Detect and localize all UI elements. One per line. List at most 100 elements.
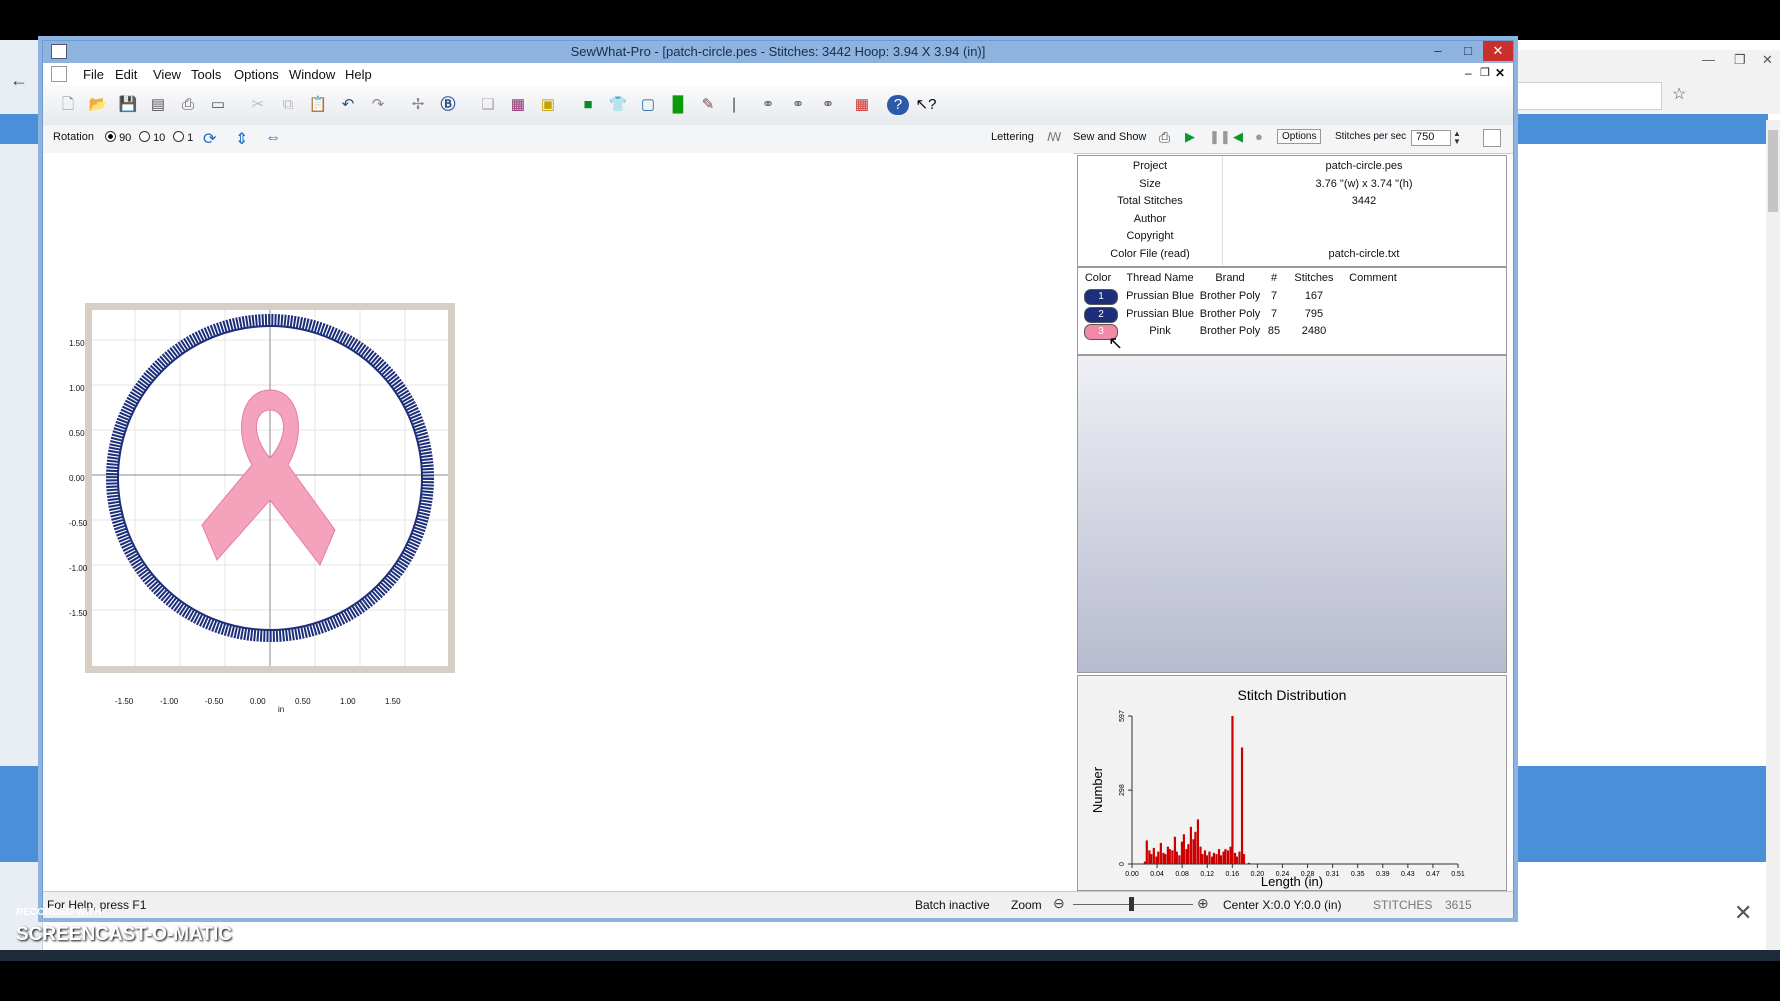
thread-stitches: 795: [1304, 307, 1324, 320]
chart-x-tick-label: 0.51: [1451, 871, 1465, 878]
shirt-icon[interactable]: 👕: [607, 95, 629, 115]
ungroup-icon[interactable]: ⚭: [787, 95, 809, 115]
window-maximize-icon[interactable]: □: [1453, 41, 1483, 61]
flip-vertical-icon[interactable]: ⇕: [235, 129, 248, 149]
thread-header: Comment: [1349, 272, 1397, 284]
needle-icon[interactable]: ❘: [723, 95, 745, 115]
chart-bar: [1175, 851, 1178, 864]
hoop-square-icon[interactable]: ■: [577, 95, 599, 115]
browser-address-bar[interactable]: [1512, 82, 1662, 110]
pages-icon[interactable]: ❏: [477, 95, 499, 115]
mdi-close-icon[interactable]: ✕: [1495, 66, 1505, 80]
play-icon[interactable]: ▶: [1185, 129, 1195, 145]
menu-help[interactable]: Help: [345, 67, 372, 82]
zoom-slider-thumb[interactable]: [1129, 897, 1134, 911]
chart-bar: [1166, 846, 1169, 864]
chart-bar: [1235, 856, 1239, 864]
minimize-icon[interactable]: —: [1702, 52, 1715, 67]
back-arrow-icon[interactable]: ←: [10, 70, 28, 91]
toolbar-checkbox[interactable]: [1483, 129, 1501, 147]
lettering-label[interactable]: Lettering: [991, 131, 1034, 143]
chart-bar: [1187, 844, 1190, 864]
design-grid-icon[interactable]: ▦: [507, 95, 529, 115]
sew-machine-icon[interactable]: ⎙: [1159, 129, 1170, 146]
menu-file[interactable]: File: [83, 67, 104, 82]
property-value: 3442: [1351, 195, 1377, 207]
grid-red-icon[interactable]: ▦: [851, 95, 873, 115]
redo-icon[interactable]: ↷: [367, 95, 389, 115]
thread-row[interactable]: 2 Prussian Blue Brother Poly 7 795: [1078, 306, 1506, 323]
chart-ylabel: Number: [1090, 766, 1105, 813]
thread-color-swatch[interactable]: 2: [1084, 306, 1118, 323]
pause-icon[interactable]: ❚❚: [1209, 129, 1231, 145]
print-icon[interactable]: ⎙: [177, 95, 199, 115]
menu-window[interactable]: Window: [289, 67, 335, 82]
window-close-icon[interactable]: ✕: [1483, 41, 1513, 61]
undo-icon[interactable]: ↶: [337, 95, 359, 115]
chart-bar: [1171, 850, 1174, 864]
menu-options[interactable]: Options: [234, 67, 279, 82]
flip-horizontal-icon[interactable]: ⇔: [265, 129, 281, 147]
sew-and-show-label: Sew and Show: [1073, 131, 1147, 143]
y-tick-label: 1.00: [69, 384, 85, 393]
stop-icon[interactable]: ●: [1255, 129, 1263, 144]
help-icon[interactable]: ?: [887, 95, 909, 115]
menu-view[interactable]: View: [153, 67, 181, 82]
property-row: Project patch-circle.pes: [1078, 160, 1506, 177]
restore-icon[interactable]: ❐: [1734, 52, 1746, 68]
lettering-icon[interactable]: ꟿ: [1047, 130, 1061, 144]
thread-header: Color: [1084, 272, 1112, 284]
group-icon[interactable]: ⚭: [757, 95, 779, 115]
save-icon[interactable]: 💾: [117, 95, 139, 115]
property-label: Copyright: [1126, 230, 1174, 242]
thread-color-swatch[interactable]: 1: [1084, 289, 1118, 305]
menu-edit[interactable]: Edit: [115, 67, 137, 82]
chart-x-tick-label: 0.12: [1200, 871, 1214, 878]
color-gradient-icon[interactable]: █: [667, 95, 689, 115]
rotation-1-radio[interactable]: 1: [173, 131, 193, 144]
scanner-icon[interactable]: ▭: [207, 95, 229, 115]
chart-bar: [1178, 855, 1181, 864]
save-as-icon[interactable]: ▤: [147, 95, 169, 115]
design-canvas[interactable]: in -1.50 -1.00 -0.50 0.00 0.50 1.00 1.50 1.50 1.…: [43, 153, 1073, 889]
options-button[interactable]: Options: [1277, 129, 1322, 144]
merge-icon[interactable]: ⚭: [817, 95, 839, 115]
star-icon[interactable]: ☆: [1672, 84, 1686, 104]
browser-scrollbar[interactable]: [1766, 120, 1780, 950]
menu-tools[interactable]: Tools: [191, 67, 221, 82]
zoom-in-icon[interactable]: ⊕: [1197, 895, 1209, 912]
rotation-10-radio[interactable]: 10: [139, 131, 165, 144]
chart-x-tick-label: 0.16: [1225, 871, 1239, 878]
thread-header: Thread Name: [1126, 272, 1194, 284]
film-icon[interactable]: ▣: [537, 95, 559, 115]
open-folder-icon[interactable]: 📂: [87, 95, 109, 115]
mdi-restore-icon[interactable]: ❐: [1480, 66, 1490, 79]
chart-bar: [1180, 841, 1184, 864]
copy-icon[interactable]: ⧉: [277, 95, 299, 115]
step-back-icon[interactable]: ◀: [1233, 129, 1243, 145]
chart-bar: [1189, 826, 1193, 864]
frame-icon[interactable]: ▢: [637, 95, 659, 115]
dismiss-close-icon[interactable]: ✕: [1734, 900, 1752, 926]
thread-row[interactable]: 1 Prussian Blue Brother Poly 7 167: [1078, 288, 1506, 305]
window-minimize-icon[interactable]: –: [1423, 41, 1453, 61]
browser-scrollbar-thumb[interactable]: [1768, 130, 1778, 212]
chart-bar: [1203, 850, 1207, 864]
context-help-icon[interactable]: ↖?: [915, 95, 937, 115]
mdi-minimize-icon[interactable]: –: [1465, 66, 1472, 80]
bold-b-icon[interactable]: Ⓑ: [437, 95, 459, 115]
chart-bar: [1199, 846, 1202, 864]
zoom-out-icon[interactable]: ⊖: [1053, 895, 1065, 912]
cut-icon[interactable]: ✂: [247, 95, 269, 115]
rotation-90-radio[interactable]: 90: [105, 131, 131, 144]
spinner-arrows-icon[interactable]: ▲ ▼: [1453, 130, 1461, 146]
select-icon[interactable]: ✢: [407, 95, 429, 115]
thread-row[interactable]: 3 Pink Brother Poly 85 2480: [1078, 323, 1506, 340]
rotate-icon[interactable]: ⟳: [203, 129, 216, 149]
paste-icon[interactable]: 📋: [307, 95, 329, 115]
empty-gradient-panel: [1077, 355, 1507, 673]
palette-icon[interactable]: ✎: [697, 95, 719, 115]
new-file-icon[interactable]: 🗋: [57, 95, 79, 115]
stitches-per-sec-input[interactable]: 750: [1411, 130, 1451, 146]
close-icon[interactable]: ✕: [1762, 52, 1773, 68]
